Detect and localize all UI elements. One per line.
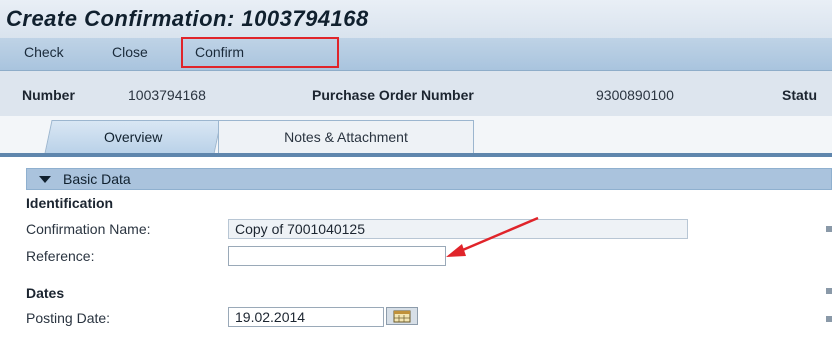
tab-notes-attachment[interactable]: Notes & Attachment	[218, 120, 474, 154]
identification-heading: Identification	[26, 195, 114, 211]
number-label: Number	[22, 87, 75, 103]
title-bar: Create Confirmation: 1003794168	[0, 0, 832, 38]
po-number-label: Purchase Order Number	[312, 87, 474, 103]
posting-date-field[interactable]: 19.02.2014	[228, 307, 384, 327]
red-arrow-icon	[446, 216, 539, 257]
check-button[interactable]: Check	[24, 44, 64, 60]
page-title: Create Confirmation: 1003794168	[6, 6, 369, 31]
section-title: Basic Data	[63, 171, 131, 187]
tab-overview[interactable]: Overview	[44, 120, 222, 154]
confirmation-name-label: Confirmation Name:	[26, 221, 151, 237]
tab-notes-label: Notes & Attachment	[284, 129, 408, 145]
po-number-value: 9300890100	[596, 87, 674, 103]
reference-label: Reference:	[26, 248, 95, 264]
calendar-button[interactable]	[386, 307, 418, 325]
posting-date-label: Posting Date:	[26, 310, 111, 326]
triangle-down-icon	[39, 176, 51, 183]
calendar-icon	[393, 310, 411, 323]
field-indicator	[826, 288, 832, 294]
reference-field[interactable]	[228, 246, 446, 266]
field-indicator	[826, 226, 832, 232]
toolbar: Check Close Confirm	[0, 38, 832, 71]
status-label: Statu	[782, 87, 817, 103]
tab-strip: Overview Notes & Attachment	[0, 116, 832, 156]
confirm-highlight-box	[181, 37, 339, 68]
tab-overview-label: Overview	[103, 129, 163, 145]
field-indicator	[826, 316, 832, 322]
number-value: 1003794168	[128, 87, 206, 103]
close-button[interactable]: Close	[112, 44, 148, 60]
dates-heading: Dates	[26, 285, 65, 301]
basic-data-section-header[interactable]: Basic Data	[26, 168, 832, 190]
header-info: Number 1003794168 Purchase Order Number …	[0, 71, 832, 117]
